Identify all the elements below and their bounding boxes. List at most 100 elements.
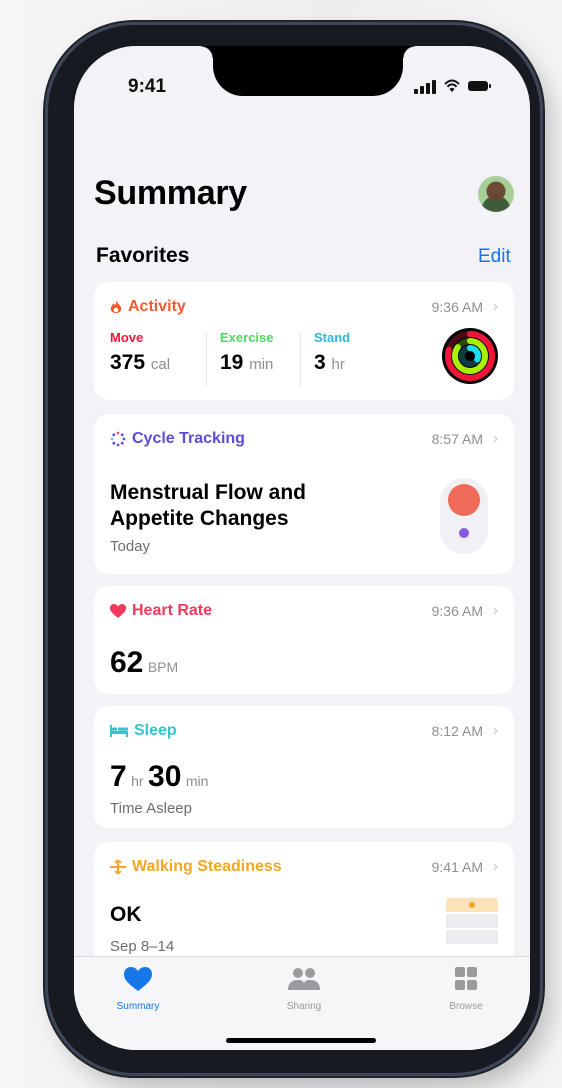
heart-title: Heart Rate: [132, 602, 213, 619]
activity-time-text: 9:36 AM: [431, 298, 483, 315]
chevron-right-icon: ›: [493, 430, 498, 447]
exercise-metric: Exercise 19 min: [220, 330, 274, 375]
sleep-time: 8:12 AM ›: [432, 722, 498, 739]
tab-summary[interactable]: Summary: [88, 967, 188, 1012]
favorites-heading: Favorites: [96, 244, 190, 267]
walking-card-header: Walking Steadiness: [110, 858, 282, 876]
move-label: Move: [110, 330, 144, 345]
steadiness-level-very-low: [446, 930, 498, 944]
bed-icon: [110, 725, 128, 737]
cycle-time: 8:57 AM ›: [432, 430, 498, 447]
cycle-dots-icon: [110, 431, 126, 447]
heart-card-header: Heart Rate: [110, 602, 212, 620]
home-indicator[interactable]: [226, 1038, 376, 1043]
metric-divider: [300, 332, 301, 386]
metric-divider: [206, 332, 207, 386]
heart-icon: [110, 604, 126, 618]
exercise-unit: min: [249, 356, 274, 373]
cycle-card-header: Cycle Tracking: [110, 430, 245, 448]
stand-metric: Stand 3 hr: [314, 330, 350, 375]
avatar[interactable]: [478, 176, 514, 212]
status-time: 9:41: [128, 76, 167, 97]
signal-icon: [414, 89, 418, 94]
sleep-minutes: 30: [148, 760, 182, 793]
tab-sharing[interactable]: Sharing: [254, 967, 354, 1012]
tab-sharing-label: Sharing: [286, 1001, 322, 1012]
tab-bar: Summary Sharing Browse: [74, 956, 530, 1050]
stand-number: 3: [314, 351, 326, 374]
steadiness-level-chart: [446, 898, 498, 958]
signal-icon: [426, 83, 430, 94]
tab-summary-label: Summary: [116, 1001, 160, 1012]
signal-icon: [432, 80, 436, 94]
tab-browse[interactable]: Browse: [416, 967, 516, 1012]
move-unit: cal: [150, 356, 171, 373]
cycle-headline-line2: Appetite Changes: [110, 507, 289, 530]
sleep-value: 7 hr 30 min: [110, 760, 208, 794]
sleep-card[interactable]: Sleep 8:12 AM › 7 hr 30 min Time Asleep: [94, 706, 514, 828]
fertility-dot-icon: [459, 528, 469, 538]
activity-card-header: Activity: [110, 298, 186, 316]
period-dot-icon: [448, 484, 480, 516]
signal-icon: [420, 86, 424, 94]
sleep-hours: 7: [110, 760, 127, 793]
stand-value: 3 hr: [314, 351, 350, 375]
sleep-title: Sleep: [134, 722, 177, 739]
activity-time: 9:36 AM ›: [432, 298, 498, 315]
walking-time: 9:41 AM ›: [432, 858, 498, 875]
heart-icon: [124, 967, 152, 991]
steadiness-level-ok: [446, 898, 498, 912]
stand-label: Stand: [314, 330, 351, 345]
heart-value: 62 BPM: [110, 646, 178, 680]
sleep-time-text: 8:12 AM: [431, 722, 483, 739]
wifi-icon: [444, 79, 460, 92]
heart-number: 62: [110, 646, 144, 679]
walking-subtitle: Sep 8–14: [110, 938, 175, 955]
sleep-hours-unit: hr: [131, 773, 144, 789]
cycle-tracking-card[interactable]: Cycle Tracking 8:57 AM › Menstrual Flow …: [94, 414, 514, 574]
edit-button[interactable]: Edit: [478, 246, 511, 268]
move-value: 375 cal: [110, 351, 170, 375]
page-title: Summary: [94, 174, 247, 212]
sleep-card-header: Sleep: [110, 722, 177, 740]
stand-unit: hr: [331, 356, 345, 373]
cycle-day-indicator: [440, 478, 488, 554]
chevron-right-icon: ›: [493, 298, 498, 315]
grid-icon: [455, 967, 477, 990]
exercise-value: 19 min: [220, 351, 274, 375]
walking-title: Walking Steadiness: [132, 858, 282, 875]
steadiness-marker-icon: [469, 902, 475, 908]
walking-time-text: 9:41 AM: [431, 858, 483, 875]
heart-rate-card[interactable]: Heart Rate 9:36 AM › 62 BPM: [94, 586, 514, 694]
move-number: 375: [110, 351, 146, 374]
heart-unit: BPM: [147, 659, 179, 675]
move-metric: Move 375 cal: [110, 330, 170, 375]
cycle-title: Cycle Tracking: [132, 430, 245, 447]
activity-rings-icon: [442, 328, 498, 384]
activity-title: Activity: [128, 298, 186, 315]
walking-steadiness-icon: [110, 860, 126, 874]
heart-time: 9:36 AM ›: [432, 602, 498, 619]
chevron-right-icon: ›: [493, 602, 498, 619]
heart-time-text: 9:36 AM: [431, 602, 483, 619]
activity-card[interactable]: Activity 9:36 AM › Move 375 cal Exercise…: [94, 282, 514, 400]
status-icons: [414, 78, 494, 94]
exercise-label: Exercise: [220, 330, 274, 345]
exercise-number: 19: [220, 351, 244, 374]
sleep-subtitle: Time Asleep: [110, 800, 192, 817]
steadiness-level-low: [446, 914, 498, 928]
sleep-minutes-unit: min: [185, 773, 209, 789]
chevron-right-icon: ›: [493, 858, 498, 875]
tab-browse-label: Browse: [449, 1001, 483, 1012]
flame-icon: [110, 299, 122, 313]
cycle-subtitle: Today: [110, 538, 151, 555]
walking-value: OK: [110, 903, 142, 926]
notch: [201, 46, 415, 96]
people-icon: [288, 968, 320, 990]
chevron-right-icon: ›: [493, 722, 498, 739]
battery-icon: [468, 81, 491, 91]
cycle-headline-line1: Menstrual Flow and: [110, 481, 307, 504]
cycle-headline: Menstrual Flow and Appetite Changes: [110, 480, 306, 532]
cycle-time-text: 8:57 AM: [431, 430, 483, 447]
phone-screen: 9:41 Summary Favorites Edit Activity 9:3…: [74, 46, 530, 1050]
